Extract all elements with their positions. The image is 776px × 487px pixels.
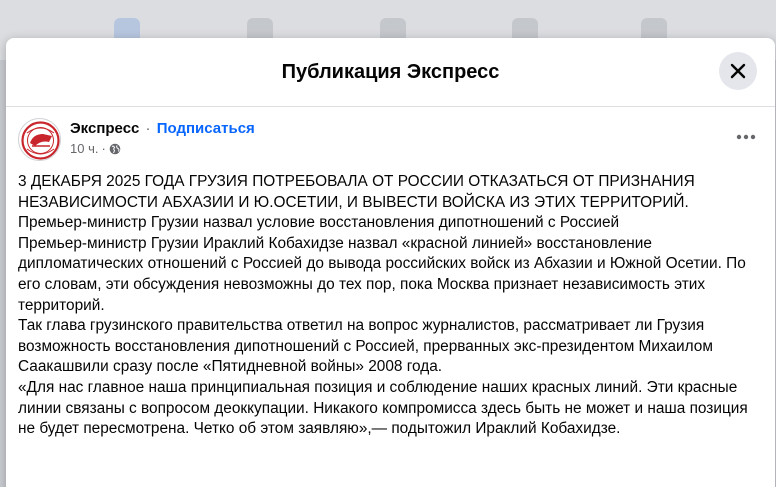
post-time[interactable]: 10 ч. bbox=[70, 141, 98, 156]
post-meta: 10 ч. · bbox=[70, 141, 121, 156]
post-paragraph: Премьер-министр Грузии Ираклий Кобахидзе… bbox=[18, 234, 746, 314]
subscribe-link[interactable]: Подписаться bbox=[157, 120, 255, 137]
meta-dot: · bbox=[101, 141, 106, 156]
modal-header: Публикация Экспресс bbox=[6, 38, 775, 107]
express-logo-icon bbox=[21, 121, 60, 160]
separator: · bbox=[145, 120, 151, 137]
close-button[interactable] bbox=[719, 52, 757, 90]
author-line: Экспресс · Подписаться bbox=[70, 120, 255, 137]
post-paragraph: Так глава грузинского правительства отве… bbox=[18, 317, 713, 376]
globe-icon bbox=[109, 143, 121, 154]
more-options-button[interactable] bbox=[731, 125, 761, 149]
avatar[interactable] bbox=[18, 118, 61, 161]
post-paragraph: «Для нас главное наша принципиальная поз… bbox=[18, 378, 748, 438]
modal-title: Публикация Экспресс bbox=[281, 60, 500, 83]
close-icon bbox=[730, 63, 746, 79]
post-text: 3 ДЕКАБРЯ 2025 ГОДА ГРУЗИЯ ПОТРЕБОВАЛА О… bbox=[6, 167, 775, 440]
post-paragraph: Премьер-министр Грузии назвал условие во… bbox=[18, 214, 620, 232]
post-modal: Публикация Экспресс Экспресс · Подписать… bbox=[6, 38, 775, 487]
more-horizontal-icon bbox=[736, 134, 756, 140]
post-paragraph: 3 ДЕКАБРЯ 2025 ГОДА ГРУЗИЯ ПОТРЕБОВАЛА О… bbox=[18, 173, 695, 211]
post-header: Экспресс · Подписаться 10 ч. · bbox=[6, 107, 775, 167]
author-name[interactable]: Экспресс bbox=[70, 120, 139, 137]
